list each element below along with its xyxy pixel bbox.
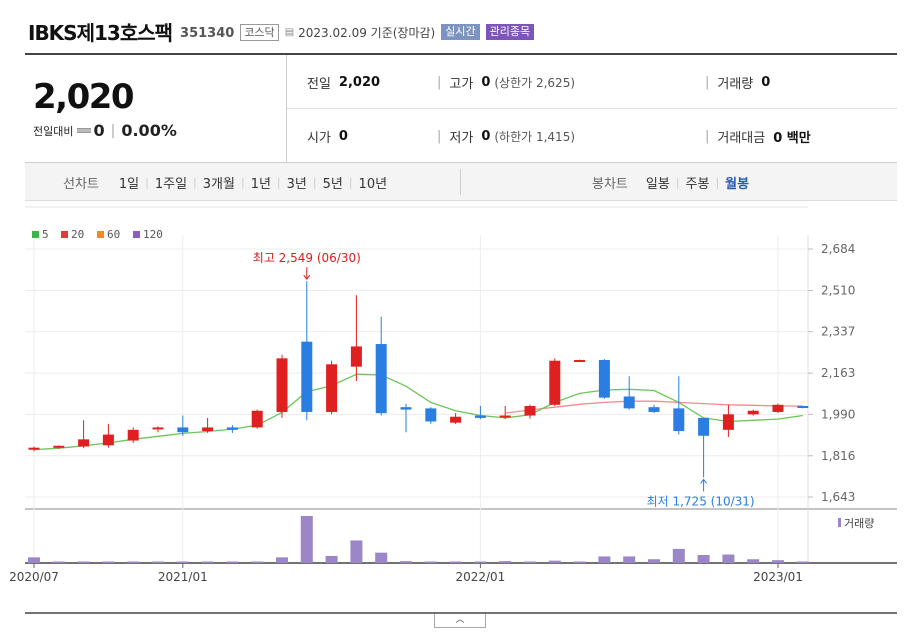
ma5-line	[33, 373, 803, 451]
max-price-label: 최고 2,549 (06/30)	[253, 251, 361, 265]
candle-body	[623, 396, 635, 409]
min-price-label: 최저 1,725 (10/31)	[647, 494, 755, 508]
candle-body	[28, 447, 40, 450]
legend-swatch	[61, 231, 68, 238]
candle-body	[202, 427, 214, 432]
expand-chart-button[interactable]: ︿	[434, 614, 486, 628]
volume-bar	[375, 552, 388, 563]
candle-body	[797, 405, 809, 408]
volume-bar	[102, 561, 115, 563]
volume-bar	[474, 561, 487, 563]
volume-bar	[350, 540, 363, 563]
candle-body	[127, 429, 139, 441]
x-tick-label: 2023/01	[753, 570, 803, 584]
candle-body	[474, 415, 486, 418]
volume-bar	[449, 561, 462, 563]
candle-body	[78, 439, 90, 447]
volume-bar	[548, 560, 561, 563]
x-tick-label: 2021/01	[158, 570, 208, 584]
y-tick-label: 1,643	[821, 490, 855, 504]
candle-body	[574, 360, 586, 363]
volume-bar	[28, 557, 40, 563]
volume-bar	[176, 561, 189, 563]
candle-body	[53, 445, 65, 448]
legend-swatch	[97, 231, 104, 238]
volume-bar	[697, 555, 710, 563]
candle-body	[350, 346, 362, 367]
x-tick-label: 2020/07	[9, 570, 59, 584]
legend-label: 5	[42, 228, 49, 241]
volume-bar	[598, 556, 611, 563]
legend-swatch	[133, 231, 140, 238]
volume-bar	[524, 561, 536, 563]
y-tick-label: 2,510	[821, 283, 855, 297]
candle-body	[772, 404, 784, 412]
candle-body	[673, 408, 685, 432]
y-tick-label: 2,163	[821, 366, 855, 380]
volume-bar	[772, 560, 784, 563]
volume-bar	[648, 559, 660, 563]
candle-body	[549, 360, 561, 405]
y-tick-label: 2,684	[821, 242, 855, 256]
volume-bar	[747, 559, 760, 563]
volume-bar	[276, 557, 288, 563]
candle-body	[648, 407, 660, 412]
volume-bar	[499, 561, 512, 563]
candle-body	[425, 408, 437, 422]
candle-body	[400, 407, 412, 410]
chevron-up-icon: ︿	[455, 615, 465, 625]
volume-bar	[152, 561, 164, 563]
volume-bar	[672, 548, 685, 563]
volume-bar	[77, 561, 90, 563]
y-tick-label: 2,337	[821, 325, 855, 339]
volume-legend-label: 거래량	[844, 517, 874, 530]
volume-bar	[722, 554, 735, 563]
volume-bar	[127, 561, 140, 563]
candle-body	[276, 358, 288, 412]
volume-bar	[226, 561, 239, 563]
volume-bar	[573, 561, 586, 563]
y-tick-label: 1,816	[821, 449, 855, 463]
candle-body	[102, 434, 114, 446]
volume-bar	[325, 555, 338, 563]
volume-bar	[251, 561, 264, 563]
candle-body	[698, 417, 710, 436]
candle-body	[226, 427, 238, 430]
candle-body	[326, 364, 338, 412]
legend-label: 120	[143, 228, 163, 241]
volume-bar	[424, 561, 437, 563]
volume-bar	[796, 561, 809, 563]
candle-body	[499, 415, 511, 418]
candle-body	[598, 360, 610, 398]
x-tick-label: 2022/01	[455, 570, 505, 584]
volume-bar	[623, 556, 636, 563]
candle-body	[251, 410, 263, 428]
y-tick-label: 1,990	[821, 407, 855, 421]
candle-body	[152, 427, 164, 430]
volume-bar	[201, 561, 214, 563]
volume-bar	[400, 561, 412, 563]
candle-body	[747, 410, 759, 415]
candle-body	[722, 414, 734, 430]
candle-body	[524, 405, 536, 416]
volume-legend-swatch	[838, 518, 841, 527]
volume-bar	[300, 516, 313, 563]
legend-label: 20	[71, 228, 84, 241]
legend-swatch	[32, 231, 39, 238]
volume-bar	[52, 561, 65, 563]
candle-body	[375, 344, 387, 414]
price-chart: 1,643 1,816 1,990 2,163 2,337 2,510 2,684 2020/…	[9, 206, 897, 614]
candle-body	[177, 427, 189, 433]
legend-label: 60	[107, 228, 120, 241]
candle-body	[450, 416, 462, 423]
candle-body	[301, 341, 313, 412]
